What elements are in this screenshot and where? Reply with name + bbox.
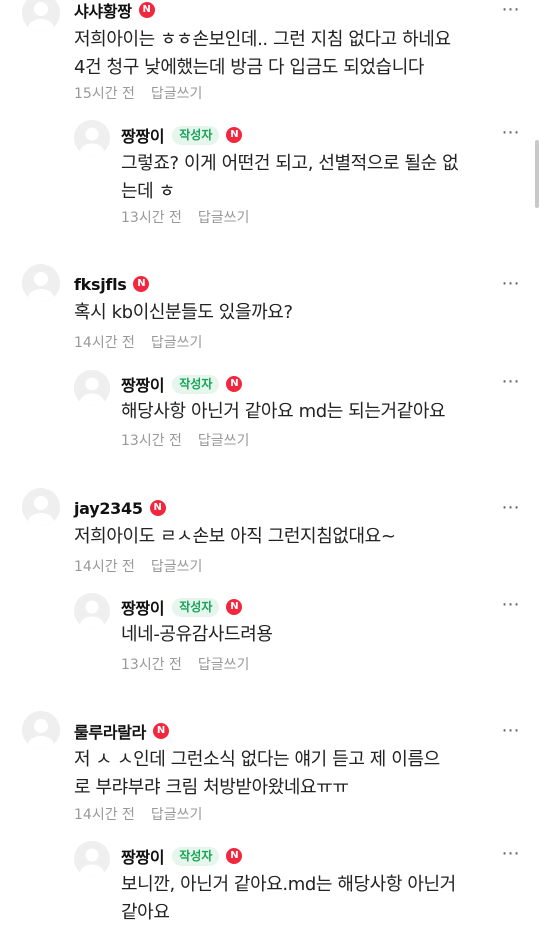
comment-header: 샤샤황짱 N [74,0,155,22]
nickname[interactable]: 짱짱이 [121,595,165,619]
more-options-button[interactable]: ⋯ [498,595,524,615]
new-badge: N [138,2,155,18]
author-badge: 작성자 [172,597,220,617]
comment-1: 샤샤황짱 N ⋯ 저희아이는 ㅎㅎ손보인데.. 그런 지침 없다고 하네요 4건… [0,0,540,250]
comment-4: 룰루라랄라 N ⋯ 저 ㅅ ㅅ인데 그런소식 없다는 얘기 듣고 제 이름으 로… [0,711,540,929]
avatar[interactable] [22,264,60,302]
author-badge: 작성자 [172,125,220,145]
avatar[interactable] [22,0,60,32]
new-badge: N [226,127,243,143]
new-badge: N [226,848,243,864]
avatar[interactable] [22,711,60,749]
new-badge: N [149,500,166,516]
nickname[interactable]: 짱짱이 [121,372,165,396]
new-badge: N [153,723,170,739]
reply-button[interactable]: 답글쓰기 [151,332,203,352]
comment-text: 저희아이는 ㅎㅎ손보인데.. 그런 지침 없다고 하네요 4건 청구 낮에했는데… [74,29,451,78]
author-badge: 작성자 [172,374,220,394]
comment-header: jay2345 N [74,496,166,520]
nickname[interactable]: 룰루라랄라 [74,719,146,743]
timestamp: 13시간 전 [121,210,182,226]
nickname[interactable]: jay2345 [74,499,143,518]
reply-text: 그렇죠? 이게 어떤건 되고, 선별적으로 될순 없 는데 ㅎ [121,153,459,202]
reply-button[interactable]: 답글쓰기 [151,556,203,576]
nickname[interactable]: 짱짱이 [121,844,165,868]
comment-meta: 15시간 전 답글쓰기 [74,83,202,103]
comment-header: fksjfls N [74,272,150,296]
avatar[interactable] [74,370,110,406]
more-options-button[interactable]: ⋯ [498,274,524,294]
reply-button[interactable]: 답글쓰기 [198,654,250,674]
reply-button[interactable]: 답글쓰기 [151,83,203,103]
reply-header: 짱짱이 작성자 N [121,372,243,396]
reply-text: 해당사항 아닌거 같아요 md는 되는거같아요 [121,401,446,422]
scrollbar[interactable] [535,140,539,208]
reply-text: 네네-공유감사드려용 [121,624,273,645]
nickname[interactable]: 샤샤황짱 [74,0,132,22]
new-badge: N [226,599,243,615]
reply-header: 짱짱이 작성자 N [121,595,243,619]
nickname[interactable]: 짱짱이 [121,123,165,147]
more-options-button[interactable]: ⋯ [498,844,524,864]
comment-meta: 14시간 전 답글쓰기 [74,804,202,824]
new-badge: N [133,276,150,292]
author-badge: 작성자 [172,846,220,866]
timestamp: 13시간 전 [121,657,182,673]
reply-meta: 13시간 전 답글쓰기 [121,207,249,227]
more-options-button[interactable]: ⋯ [498,372,524,392]
comment-header: 룰루라랄라 N [74,719,170,743]
timestamp: 14시간 전 [74,559,135,575]
more-options-button[interactable]: ⋯ [498,123,524,143]
avatar[interactable] [74,841,110,877]
reply-header: 짱짱이 작성자 N [121,844,243,868]
comment-text: 혹시 kb이신분들도 있을까요? [74,302,293,323]
avatar[interactable] [74,120,110,156]
comment-2: fksjfls N ⋯ 혹시 kb이신분들도 있을까요? 14시간 전 답글쓰기… [0,264,540,464]
comment-text: 저희아이도 ㄹㅅ손보 아직 그런지침없대요~ [74,526,396,547]
avatar[interactable] [22,488,60,526]
more-options-button[interactable]: ⋯ [498,721,524,741]
nickname[interactable]: fksjfls [74,275,127,294]
reply-meta: 13시간 전 답글쓰기 [121,654,249,674]
more-options-button[interactable]: ⋯ [498,0,524,20]
comment-meta: 14시간 전 답글쓰기 [74,556,202,576]
new-badge: N [226,376,243,392]
comment-3: jay2345 N ⋯ 저희아이도 ㄹㅅ손보 아직 그런지침없대요~ 14시간 … [0,488,540,688]
comment-text: 저 ㅅ ㅅ인데 그런소식 없다는 얘기 듣고 제 이름으 로 부랴부랴 크림 처… [74,749,440,798]
timestamp: 15시간 전 [74,86,135,102]
reply-meta: 13시간 전 답글쓰기 [121,430,249,450]
timestamp: 14시간 전 [74,335,135,351]
reply-text: 보니깐, 아닌거 같아요.md는 해당사항 아닌거 같아요 [121,874,456,923]
reply-button[interactable]: 답글쓰기 [151,804,203,824]
comment-meta: 14시간 전 답글쓰기 [74,332,202,352]
reply-button[interactable]: 답글쓰기 [198,207,250,227]
timestamp: 14시간 전 [74,807,135,823]
reply-button[interactable]: 답글쓰기 [198,430,250,450]
avatar[interactable] [74,593,110,629]
more-options-button[interactable]: ⋯ [498,498,524,518]
timestamp: 13시간 전 [121,433,182,449]
reply-header: 짱짱이 작성자 N [121,123,243,147]
